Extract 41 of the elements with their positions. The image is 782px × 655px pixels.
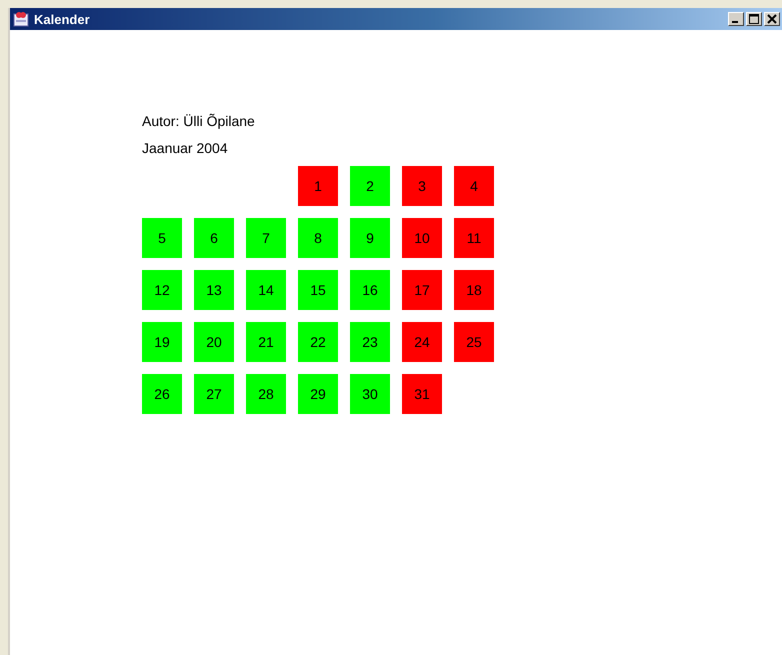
day-cell: 25 [454,322,494,362]
day-cell: 12 [142,270,182,310]
day-cell: 29 [298,374,338,414]
day-cell: 13 [194,270,234,310]
minimize-icon [732,21,738,23]
day-cell: 19 [142,322,182,362]
day-cell: 9 [350,218,390,258]
day-cell: 3 [402,166,442,206]
day-cell: 5 [142,218,182,258]
day-cell: 18 [454,270,494,310]
day-cell: 20 [194,322,234,362]
day-cell: 15 [298,270,338,310]
day-cell: 1 [298,166,338,206]
day-cell: 26 [142,374,182,414]
day-cell: 17 [402,270,442,310]
day-cell: 31 [402,374,442,414]
maximize-button[interactable] [746,12,762,26]
window-title: Kalender [34,12,91,26]
day-cell: 7 [246,218,286,258]
day-cell: 24 [402,322,442,362]
day-cell: 23 [350,322,390,362]
day-cell: 8 [298,218,338,258]
day-cell: 2 [350,166,390,206]
day-cell: 6 [194,218,234,258]
day-cell: 16 [350,270,390,310]
close-button[interactable] [764,12,780,26]
day-cell: 21 [246,322,286,362]
month-label: Jaanuar 2004 [142,139,229,158]
maximize-icon [749,14,759,24]
minimize-button[interactable] [728,12,744,26]
day-cell: 14 [246,270,286,310]
day-cell: 30 [350,374,390,414]
close-icon [767,14,777,24]
day-cell: 22 [298,322,338,362]
day-cell: 27 [194,374,234,414]
calendar-app-icon [12,10,30,28]
day-cell: 28 [246,374,286,414]
day-cell: 10 [402,218,442,258]
day-cell: 4 [454,166,494,206]
day-cell: 11 [454,218,494,258]
author-label: Autor: Ülli Õpilane [142,112,256,131]
